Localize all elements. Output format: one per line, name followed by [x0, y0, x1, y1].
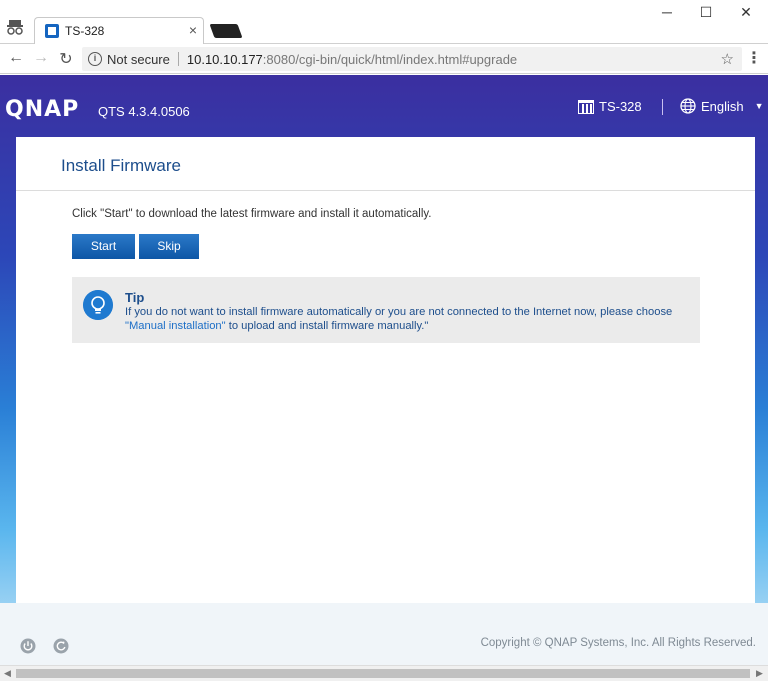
copyright-text: Copyright © QNAP Systems, Inc. All Right…	[480, 637, 756, 649]
install-firmware-panel: Install Firmware Click "Start" to downlo…	[16, 137, 755, 603]
tip-text-before: If you do not want to install firmware a…	[125, 306, 673, 318]
scroll-right-icon[interactable]: ▶	[756, 668, 763, 679]
qnap-logo: QNAP	[5, 97, 80, 122]
manual-installation-link[interactable]: "Manual installation"	[125, 320, 226, 332]
skip-button[interactable]: Skip	[139, 234, 199, 259]
incognito-icon	[7, 20, 23, 35]
qnap-favicon-icon	[45, 24, 59, 38]
start-button[interactable]: Start	[72, 234, 135, 259]
globe-icon	[680, 98, 696, 114]
horizontal-scrollbar[interactable]: ◀ ▶	[0, 665, 768, 681]
language-selector[interactable]: English ▼	[680, 98, 764, 114]
qnap-header: QNAP QTS 4.3.4.0506 TS-328 English ▼	[0, 75, 768, 137]
page-title: Install Firmware	[61, 156, 181, 175]
device-name: TS-328	[599, 99, 642, 114]
scroll-left-icon[interactable]: ◀	[4, 668, 11, 679]
qnap-page: QNAP QTS 4.3.4.0506 TS-328 English ▼ Ins…	[0, 75, 768, 681]
bookmark-star-icon[interactable]: ☆	[721, 50, 734, 68]
minimize-button[interactable]: ─	[655, 4, 679, 20]
tip-box: Tip If you do not want to install firmwa…	[72, 277, 700, 343]
chevron-down-icon: ▼	[754, 101, 764, 111]
new-tab-button[interactable]	[209, 24, 243, 38]
scrollbar-thumb[interactable]	[16, 669, 750, 678]
device-indicator: TS-328	[578, 99, 642, 114]
window-close-button[interactable]: ✕	[734, 4, 758, 21]
tab-close-icon[interactable]: ×	[189, 22, 197, 38]
tip-title: Tip	[125, 290, 145, 305]
page-footer: Copyright © QNAP Systems, Inc. All Right…	[0, 603, 768, 665]
back-arrow-icon[interactable]: ←	[6, 49, 26, 67]
address-separator	[177, 52, 179, 66]
qts-version: QTS 4.3.4.0506	[98, 104, 190, 119]
reload-icon[interactable]: ↻	[56, 49, 76, 69]
power-icon[interactable]	[20, 638, 36, 654]
header-separator	[662, 99, 663, 115]
lightbulb-icon	[83, 290, 113, 320]
address-bar[interactable]: i Not secure 10.10.10.177 :8080/cgi-bin/…	[82, 47, 742, 71]
browser-titlebar: TS-328 × ─ ☐ ✕	[0, 0, 768, 44]
restart-icon[interactable]	[53, 638, 69, 654]
maximize-button[interactable]: ☐	[694, 4, 718, 21]
tip-text-after: to upload and install firmware manually.…	[225, 320, 429, 332]
browser-toolbar: ← → ↻ i Not secure 10.10.10.177 :8080/cg…	[0, 44, 768, 74]
url-host: 10.10.10.177	[186, 51, 263, 67]
tip-text: If you do not want to install firmware a…	[125, 305, 695, 333]
forward-arrow-icon[interactable]: →	[31, 49, 51, 67]
language-label: English	[701, 98, 744, 114]
browser-menu-icon[interactable]: ⋮	[746, 48, 762, 68]
nas-device-icon	[578, 99, 594, 114]
tab-title: TS-328	[65, 24, 105, 38]
not-secure-label: Not secure	[107, 51, 170, 67]
url-path: :8080/cgi-bin/quick/html/index.html#upgr…	[262, 51, 518, 67]
title-divider	[16, 190, 755, 191]
info-icon[interactable]: i	[88, 52, 102, 66]
instruction-text: Click "Start" to download the latest fir…	[72, 208, 432, 220]
browser-tab[interactable]: TS-328 ×	[34, 17, 204, 44]
